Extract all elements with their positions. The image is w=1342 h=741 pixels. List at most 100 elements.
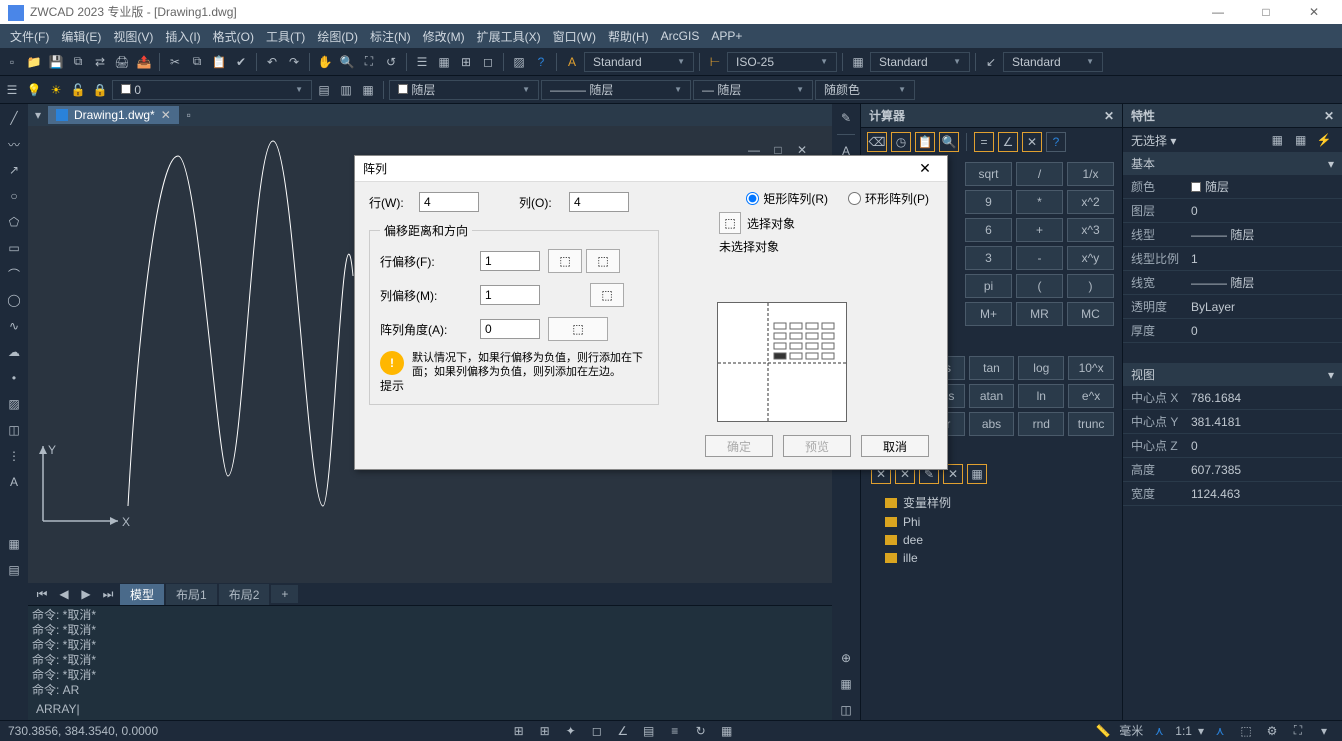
cycle-icon[interactable]: ↻ xyxy=(691,721,711,741)
var-tool5-icon[interactable]: ▦ xyxy=(967,464,987,484)
region-icon[interactable]: ◫ xyxy=(4,420,24,440)
dim-icon[interactable]: ⊢ xyxy=(705,52,725,72)
selection-filter[interactable]: 无选择 ▾ xyxy=(1131,132,1176,149)
lead-style-dropdown[interactable]: Standard▼ xyxy=(1003,52,1103,72)
col-offset-input[interactable] xyxy=(480,285,540,305)
circle-icon[interactable]: ○ xyxy=(4,186,24,206)
props-close-icon[interactable]: ✕ xyxy=(1324,109,1334,123)
calc-btn[interactable]: x^y xyxy=(1067,246,1114,270)
layout-nav-first-icon[interactable]: ⏮ xyxy=(32,584,52,604)
calc-eq-icon[interactable]: = xyxy=(974,132,994,152)
text-icon[interactable]: A xyxy=(562,52,582,72)
menu-format[interactable]: 格式(O) xyxy=(207,26,260,47)
props-tool2-icon[interactable]: ▦ xyxy=(1291,130,1311,150)
strip-nav2-icon[interactable]: ▦ xyxy=(836,674,856,694)
layer-mgr-icon[interactable]: ☰ xyxy=(2,80,22,100)
maximize-button[interactable]: □ xyxy=(1246,5,1286,19)
calc-btn[interactable]: e^x xyxy=(1068,384,1114,408)
property-row[interactable]: 中心点 Z0 xyxy=(1123,434,1342,458)
publish-icon[interactable]: 📤 xyxy=(134,52,154,72)
property-row[interactable]: 线型——— 随层 xyxy=(1123,223,1342,247)
property-row[interactable]: 线型比例1 xyxy=(1123,247,1342,271)
table-style-dropdown[interactable]: Standard▼ xyxy=(870,52,970,72)
osnap-icon[interactable]: ◻ xyxy=(587,721,607,741)
menu-modify[interactable]: 修改(M) xyxy=(417,26,471,47)
linetype-dropdown[interactable]: ——— 随层▼ xyxy=(541,80,691,100)
calc-btn[interactable]: trunc xyxy=(1068,412,1114,436)
polyline-icon[interactable]: 〰 xyxy=(4,134,24,154)
plot-icon[interactable]: 🖨 xyxy=(112,52,132,72)
polar-icon[interactable]: ✦ xyxy=(561,721,581,741)
grid-icon[interactable]: ⊞ xyxy=(456,52,476,72)
zoomprev-icon[interactable]: ↺ xyxy=(381,52,401,72)
layer-on-icon[interactable]: 💡 xyxy=(24,80,44,100)
new-icon[interactable]: ▫ xyxy=(2,52,22,72)
spline-icon[interactable]: ∿ xyxy=(4,316,24,336)
select-objects-button[interactable]: ⬚ xyxy=(719,212,741,234)
calc-btn[interactable]: ( xyxy=(1016,274,1063,298)
calc-btn[interactable]: 3 xyxy=(965,246,1012,270)
calc-btn[interactable]: * xyxy=(1016,190,1063,214)
model-tab[interactable]: 模型 xyxy=(120,584,164,605)
calc-btn[interactable]: pi xyxy=(965,274,1012,298)
arc-icon[interactable]: ⌒ xyxy=(4,264,24,284)
group-basic-header[interactable]: 基本▾ xyxy=(1123,152,1342,175)
rect-icon[interactable]: ▭ xyxy=(4,238,24,258)
layout2-tab[interactable]: 布局2 xyxy=(219,584,270,605)
calc-paste-icon[interactable]: 📋 xyxy=(915,132,935,152)
layer-tools2-icon[interactable]: ▥ xyxy=(336,80,356,100)
menu-help[interactable]: 帮助(H) xyxy=(602,26,655,47)
var-item[interactable]: dee xyxy=(869,531,1114,549)
pick-row-offset-button[interactable]: ⬚ xyxy=(548,249,582,273)
plotcolor-dropdown[interactable]: 随颜色▼ xyxy=(815,80,915,100)
hatch-icon[interactable]: ▨ xyxy=(509,52,529,72)
calc-btn[interactable]: log xyxy=(1018,356,1064,380)
angle-input[interactable] xyxy=(480,319,540,339)
table-style-icon[interactable]: ▦ xyxy=(848,52,868,72)
property-row[interactable]: 线宽——— 随层 xyxy=(1123,271,1342,295)
props-icon[interactable]: ☰ xyxy=(412,52,432,72)
document-tab[interactable]: Drawing1.dwg* ✕ xyxy=(48,106,179,124)
pick-col-offset-button[interactable]: ⬚ xyxy=(590,283,624,307)
layout1-tab[interactable]: 布局1 xyxy=(166,584,217,605)
layer-dropdown[interactable]: 0▼ xyxy=(112,80,312,100)
cloud-icon[interactable]: ☁ xyxy=(4,342,24,362)
save-icon[interactable]: 💾 xyxy=(46,52,66,72)
strip-nav1-icon[interactable]: ⊕ xyxy=(836,648,856,668)
property-row[interactable]: 图层0 xyxy=(1123,199,1342,223)
var-item[interactable]: 变量样例 xyxy=(869,492,1114,513)
polar-array-radio[interactable]: 环形阵列(P) xyxy=(848,190,929,207)
calc-object-icon[interactable]: 🔍 xyxy=(939,132,959,152)
strip-tool1-icon[interactable]: ✎ xyxy=(836,108,856,128)
lineweight-dropdown[interactable]: — 随层▼ xyxy=(693,80,813,100)
ellipse-icon[interactable]: ◯ xyxy=(4,290,24,310)
var-item[interactable]: Phi xyxy=(869,513,1114,531)
block-icon[interactable]: ◻ xyxy=(478,52,498,72)
calc-btn[interactable]: 9 xyxy=(965,190,1012,214)
dim-style-dropdown[interactable]: ISO-25▼ xyxy=(727,52,837,72)
calc-btn[interactable]: rnd xyxy=(1018,412,1064,436)
text-style-dropdown[interactable]: Standard▼ xyxy=(584,52,694,72)
props-tool3-icon[interactable]: ⚡ xyxy=(1314,130,1334,150)
copy-icon[interactable]: ⧉ xyxy=(187,52,207,72)
row-offset-input[interactable] xyxy=(480,251,540,271)
calc-help-icon[interactable]: ? xyxy=(1046,132,1066,152)
calc-btn[interactable]: MR xyxy=(1016,302,1063,326)
model-icon[interactable]: ▦ xyxy=(717,721,737,741)
preview-button[interactable]: 预览 xyxy=(783,435,851,457)
point-icon[interactable]: • xyxy=(4,368,24,388)
paste-icon[interactable]: 📋 xyxy=(209,52,229,72)
more-icon[interactable]: ⋮ xyxy=(4,446,24,466)
menu-app[interactable]: APP+ xyxy=(705,27,748,45)
cancel-button[interactable]: 取消 xyxy=(861,435,929,457)
saveall-icon[interactable]: ⧉ xyxy=(68,52,88,72)
property-row[interactable]: 厚度0 xyxy=(1123,319,1342,343)
property-row[interactable]: 高度607.7385 xyxy=(1123,458,1342,482)
palette-icon[interactable]: ▤ xyxy=(4,560,24,580)
calc-btn[interactable]: ) xyxy=(1067,274,1114,298)
gear-icon[interactable]: ⚙ xyxy=(1262,721,1282,741)
tab-nav-icon[interactable]: ▾ xyxy=(28,105,48,125)
calc-angle-icon[interactable]: ∠ xyxy=(998,132,1018,152)
lwt-icon[interactable]: ≡ xyxy=(665,721,685,741)
property-row[interactable]: 宽度1124.463 xyxy=(1123,482,1342,506)
